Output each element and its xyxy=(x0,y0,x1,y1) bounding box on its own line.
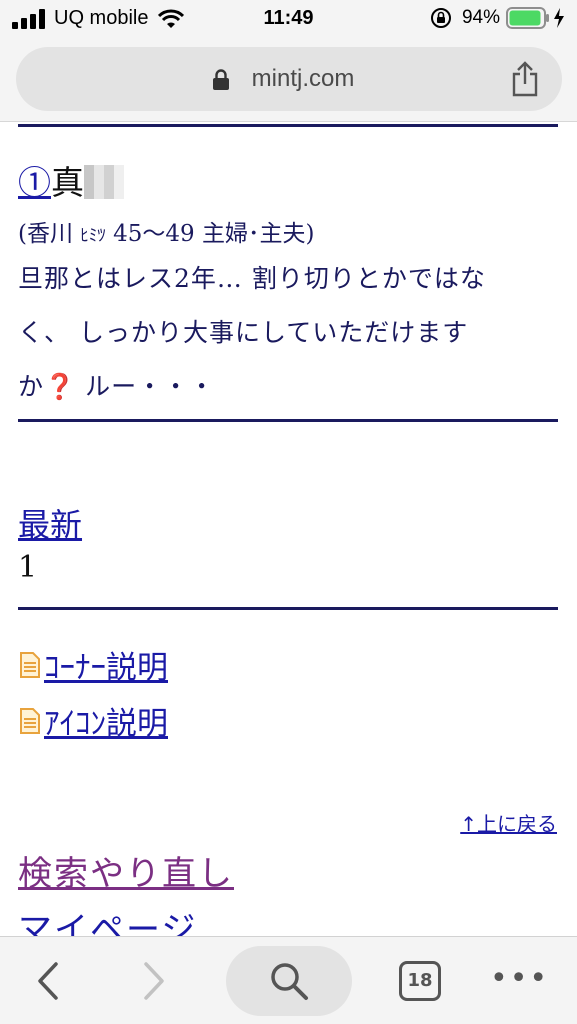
orientation-lock-icon xyxy=(430,8,451,28)
url-domain: mintj.com xyxy=(251,65,355,92)
my-page-link[interactable]: マイページ xyxy=(18,902,197,936)
page-number: 1 xyxy=(18,550,38,585)
latest-link[interactable]: 最新 xyxy=(18,500,82,546)
tabs-button[interactable]: 18 xyxy=(399,961,441,1001)
back-to-top-link[interactable]: ↑上に戻る xyxy=(460,808,557,837)
url-text: mintj.com xyxy=(16,65,562,93)
battery-percent: 94% xyxy=(461,7,500,28)
charging-icon xyxy=(554,8,564,28)
icon-help-link[interactable]: ｱｲｺﾝ説明 xyxy=(44,698,168,743)
icon-help-item[interactable]: ｱｲｺﾝ説明 xyxy=(20,698,168,743)
document-icon xyxy=(20,651,40,678)
entry-meta-open: (香川 xyxy=(18,221,81,247)
back-icon xyxy=(38,962,58,1000)
entry-body-line: 旦那とはレス2年… 割り切りとかではな xyxy=(18,264,486,293)
question-mark-icon: ❓ xyxy=(44,372,77,401)
back-button[interactable] xyxy=(28,937,68,1024)
corner-help-link[interactable]: ｺｰﾅｰ説明 xyxy=(44,642,168,687)
entry-body-text: か xyxy=(18,372,45,401)
entry-name: 真 xyxy=(51,163,84,202)
status-right: 94% xyxy=(430,7,565,29)
entry-meta: (香川 ﾋﾐﾂ 45～49 主婦･主夫) xyxy=(18,214,314,248)
blurred-name xyxy=(84,165,124,199)
entry-meta-rest: 45～49 主婦･主夫) xyxy=(105,221,315,247)
divider xyxy=(18,419,558,422)
entry-number-link[interactable]: ① xyxy=(18,163,51,202)
up-arrow-icon: ↑ xyxy=(460,812,477,836)
more-icon[interactable]: ••• xyxy=(490,964,549,994)
back-to-top-label: 上に戻る xyxy=(477,812,557,836)
divider xyxy=(18,607,558,610)
browser-toolbar: 18 ••• xyxy=(0,936,577,1024)
entry-meta-kana: ﾋﾐﾂ xyxy=(80,226,106,246)
status-bar: UQ mobile 11:49 94% xyxy=(0,0,577,38)
divider xyxy=(18,124,558,127)
entry-title: ①真 xyxy=(18,156,124,204)
page-content: ①真 (香川 ﾋﾐﾂ 45～49 主婦･主夫) 旦那とはレス2年… 割り切りとか… xyxy=(0,122,577,936)
entry-body-text: ルー・・・ xyxy=(76,372,216,401)
search-again-link[interactable]: 検索やり直し xyxy=(18,846,234,895)
forward-icon xyxy=(144,962,164,1000)
entry-body-line: か❓ ルー・・・ xyxy=(18,360,563,414)
entry-body-line: く、 しっかり大事にしていただけます xyxy=(18,318,469,347)
search-button[interactable] xyxy=(226,946,352,1016)
battery-icon xyxy=(506,7,549,29)
document-icon xyxy=(20,707,40,734)
address-bar[interactable]: mintj.com xyxy=(16,47,562,111)
share-icon[interactable] xyxy=(510,61,540,97)
forward-button[interactable] xyxy=(134,937,174,1024)
entry-body: 旦那とはレス2年… 割り切りとかではな く、 しっかり大事にしていただけます か… xyxy=(18,252,563,414)
search-icon xyxy=(271,963,308,1000)
browser-top-bar: mintj.com xyxy=(0,38,577,122)
corner-help-item[interactable]: ｺｰﾅｰ説明 xyxy=(20,642,168,687)
